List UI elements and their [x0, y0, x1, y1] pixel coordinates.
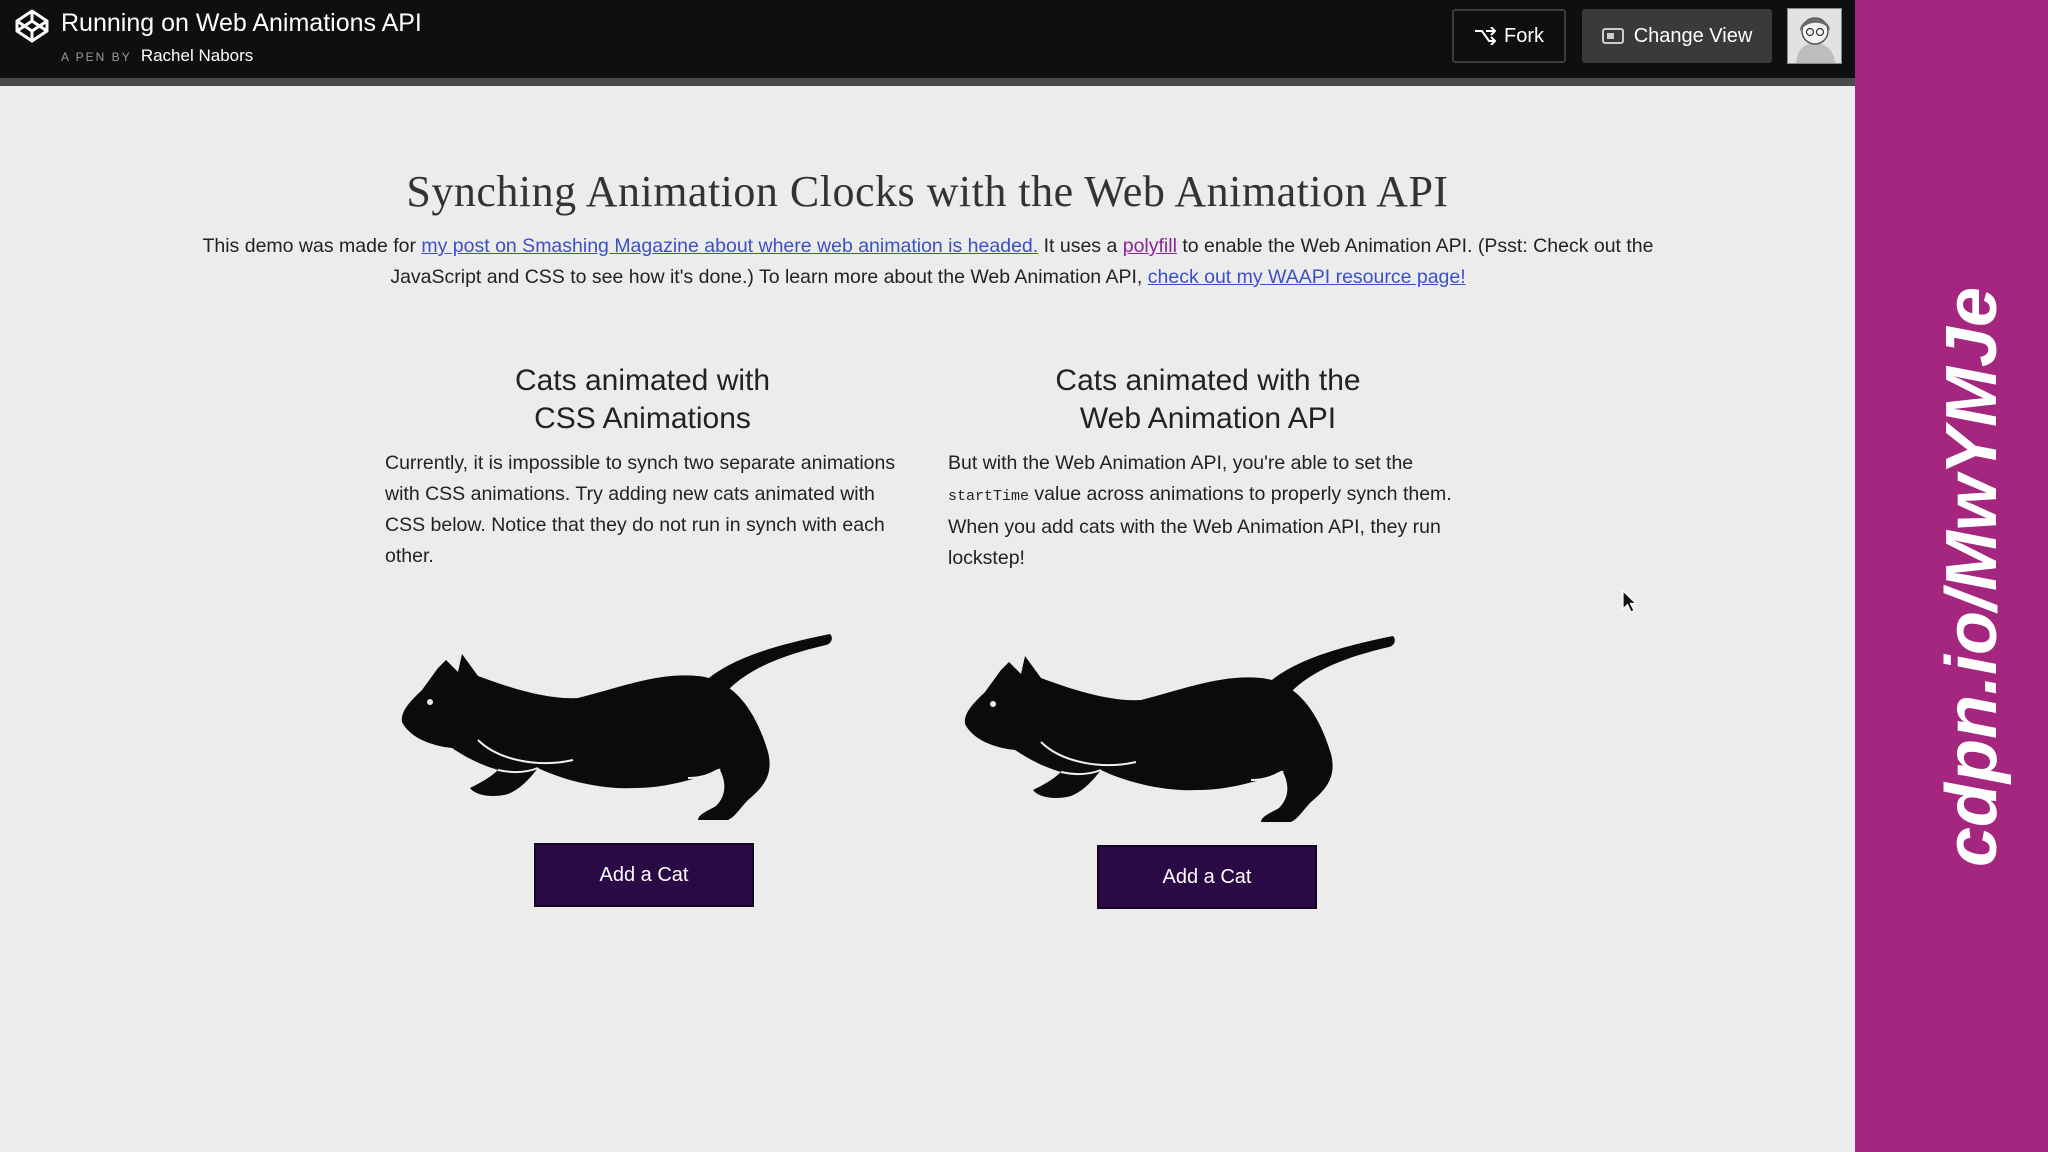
user-avatar[interactable]	[1787, 8, 1842, 64]
starttime-code: startTime	[948, 488, 1030, 505]
css-column-description: Currently, it is impossible to synch two…	[385, 452, 896, 567]
css-animation-column: Cats animated with CSS Animations Curren…	[385, 362, 900, 572]
polyfill-link[interactable]: polyfill	[1123, 235, 1177, 257]
smashing-post-link[interactable]: my post on Smashing Magazine about where…	[421, 235, 1038, 257]
change-view-icon	[1601, 28, 1624, 44]
waapi-column: Cats animated with the Web Animation API…	[948, 362, 1468, 574]
fork-icon	[1475, 27, 1496, 45]
mouse-pointer-icon	[1622, 590, 1638, 613]
pen-author-link[interactable]: Rachel Nabors	[141, 46, 253, 65]
waapi-column-title-line2: Web Animation API	[1079, 402, 1337, 435]
intro-text-1: This demo was made for	[202, 235, 422, 257]
change-view-button[interactable]: Change View	[1582, 9, 1772, 63]
change-view-button-label: Change View	[1633, 24, 1753, 47]
waapi-column-description: But with the Web Animation API, you're a…	[948, 448, 1468, 574]
pen-short-url: cdpn.io/MwYMJe	[1932, 286, 2012, 868]
css-animated-cat	[401, 634, 832, 820]
intro-paragraph: This demo was made for my post on Smashi…	[175, 231, 1681, 293]
pen-by-label: A PEN BY	[61, 50, 132, 64]
fork-button-label: Fork	[1504, 24, 1544, 47]
waapi-resource-link[interactable]: check out my WAAPI resource page!	[1148, 266, 1466, 288]
add-waapi-cat-button[interactable]: Add a Cat	[1097, 845, 1317, 909]
css-column-title: Cats animated with CSS Animations	[385, 362, 900, 438]
intro-text-2: It uses a	[1038, 235, 1123, 257]
waapi-animated-cat	[964, 636, 1395, 822]
pen-byline: A PEN BY Rachel Nabors	[61, 46, 253, 66]
pen-title: Running on Web Animations API	[61, 9, 422, 37]
css-column-title-line1: Cats animated with	[514, 364, 771, 397]
codepen-header: Running on Web Animations API A PEN BY R…	[0, 0, 1855, 78]
codepen-logo-icon[interactable]	[14, 8, 50, 44]
waapi-text-pre: But with the Web Animation API, you're a…	[948, 452, 1414, 474]
avatar-portrait-icon	[1788, 9, 1841, 63]
fork-button[interactable]: Fork	[1452, 9, 1566, 63]
css-column-title-line2: CSS Animations	[534, 402, 751, 435]
add-css-cat-button[interactable]: Add a Cat	[534, 843, 754, 907]
page-title: Synching Animation Clocks with the Web A…	[406, 167, 1449, 216]
waapi-column-title-line1: Cats animated with the	[1055, 364, 1361, 397]
header-divider	[0, 78, 1855, 86]
waapi-column-title: Cats animated with the Web Animation API	[948, 362, 1468, 438]
